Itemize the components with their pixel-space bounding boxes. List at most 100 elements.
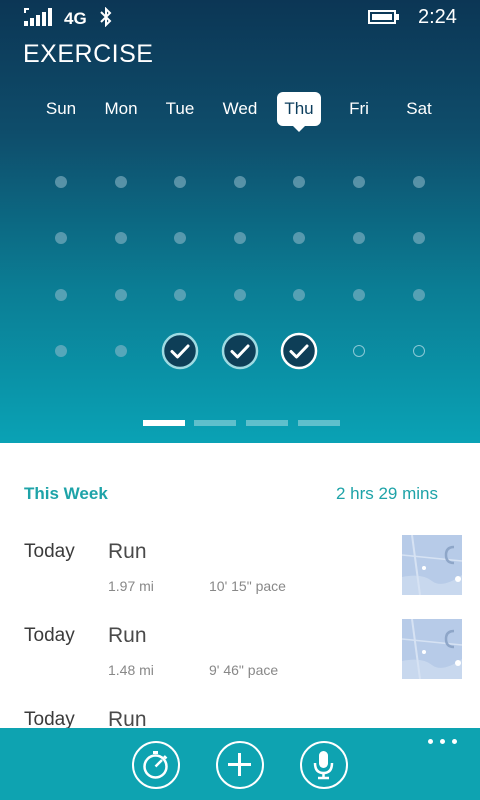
dot-icon bbox=[115, 289, 127, 301]
plus-icon bbox=[228, 753, 251, 776]
activity-distance: 1.48 mi bbox=[108, 662, 154, 678]
network-type: 4G bbox=[64, 9, 87, 28]
dot-icon bbox=[293, 289, 305, 301]
completed-day-wed[interactable] bbox=[220, 331, 260, 371]
exercise-goal-grid bbox=[0, 150, 480, 380]
map-icon bbox=[402, 619, 462, 679]
app-bar bbox=[0, 728, 480, 800]
day-dot bbox=[101, 275, 141, 315]
day-dot bbox=[279, 162, 319, 202]
day-tab-tue[interactable]: Tue bbox=[155, 92, 205, 126]
page-indicator-segment bbox=[246, 420, 288, 426]
dot-icon bbox=[55, 345, 67, 357]
dot-icon bbox=[353, 176, 365, 188]
activity-pace: 10' 15" pace bbox=[209, 578, 286, 594]
dot-icon bbox=[55, 176, 67, 188]
bluetooth-icon bbox=[100, 7, 112, 27]
day-dot bbox=[101, 162, 141, 202]
stopwatch-icon bbox=[143, 751, 168, 779]
day-tab-wed[interactable]: Wed bbox=[215, 92, 265, 126]
day-dot bbox=[339, 218, 379, 258]
dot-icon bbox=[353, 232, 365, 244]
activity-day: Today bbox=[24, 625, 75, 646]
activity-name: Run bbox=[108, 624, 147, 647]
day-dot bbox=[41, 162, 81, 202]
day-dot bbox=[160, 275, 200, 315]
day-dot bbox=[399, 162, 439, 202]
day-dot bbox=[41, 275, 81, 315]
dot-icon bbox=[174, 232, 186, 244]
checkmark-icon bbox=[280, 332, 318, 370]
dot-icon bbox=[55, 232, 67, 244]
day-tab-sat[interactable]: Sat bbox=[394, 92, 444, 126]
dot-icon bbox=[293, 176, 305, 188]
dot-icon bbox=[293, 232, 305, 244]
day-dot bbox=[339, 275, 379, 315]
day-dot bbox=[399, 275, 439, 315]
week-total-duration: 2 hrs 29 mins bbox=[335, 484, 438, 503]
dot-icon bbox=[413, 176, 425, 188]
clock: 2:24 bbox=[418, 6, 457, 28]
microphone-icon bbox=[313, 751, 334, 780]
dot-icon bbox=[413, 232, 425, 244]
day-dot bbox=[339, 162, 379, 202]
day-dot bbox=[220, 162, 260, 202]
add-button[interactable] bbox=[216, 741, 264, 789]
completed-day-tue[interactable] bbox=[160, 331, 200, 371]
day-dot bbox=[41, 331, 81, 371]
page-title: EXERCISE bbox=[23, 40, 154, 68]
week-day-selector: Sun Mon Tue Wed Thu Fri Sat bbox=[0, 92, 480, 132]
dot-icon bbox=[413, 345, 425, 357]
battery-icon bbox=[368, 10, 399, 24]
map-icon bbox=[402, 535, 462, 595]
exercise-header: 4G 2:24 EXERCISE Sun Mon Tue Wed Thu Fri Sat bbox=[0, 0, 480, 443]
day-tab-sun[interactable]: Sun bbox=[36, 92, 86, 126]
dot-icon bbox=[115, 345, 127, 357]
day-dot bbox=[101, 218, 141, 258]
dot-icon bbox=[353, 289, 365, 301]
dot-icon bbox=[234, 232, 246, 244]
dot-icon bbox=[413, 289, 425, 301]
dot-icon bbox=[115, 232, 127, 244]
day-dot bbox=[279, 275, 319, 315]
day-dot bbox=[160, 162, 200, 202]
route-map-thumbnail bbox=[402, 619, 462, 679]
activity-item[interactable]: Today Run 1.48 mi 9' 46" pace bbox=[0, 619, 480, 703]
stopwatch-button[interactable] bbox=[132, 741, 180, 789]
day-tab-fri[interactable]: Fri bbox=[334, 92, 384, 126]
dot-icon bbox=[234, 289, 246, 301]
week-summary: This Week 2 hrs 29 mins bbox=[0, 484, 480, 506]
status-bar: 4G 2:24 bbox=[0, 0, 480, 36]
dot-icon bbox=[234, 176, 246, 188]
dot-icon bbox=[174, 289, 186, 301]
route-map-thumbnail bbox=[402, 535, 462, 595]
activity-item[interactable]: Today Run 1.97 mi 10' 15" pace bbox=[0, 535, 480, 619]
completed-day-thu[interactable] bbox=[279, 331, 319, 371]
more-options-button[interactable] bbox=[428, 739, 458, 747]
day-dot bbox=[220, 218, 260, 258]
dot-icon bbox=[353, 345, 365, 357]
page-indicator bbox=[0, 420, 480, 426]
activity-pace: 9' 46" pace bbox=[209, 662, 279, 678]
day-dot bbox=[339, 331, 379, 371]
day-dot bbox=[41, 218, 81, 258]
day-dot bbox=[160, 218, 200, 258]
dot-icon bbox=[55, 289, 67, 301]
checkmark-icon bbox=[161, 332, 199, 370]
week-label: This Week bbox=[24, 484, 108, 503]
page-indicator-segment bbox=[194, 420, 236, 426]
day-tab-mon[interactable]: Mon bbox=[96, 92, 146, 126]
activity-name: Run bbox=[108, 540, 147, 563]
checkmark-icon bbox=[221, 332, 259, 370]
day-tab-thu[interactable]: Thu bbox=[277, 92, 321, 132]
day-dot bbox=[399, 331, 439, 371]
activity-distance: 1.97 mi bbox=[108, 578, 154, 594]
day-dot bbox=[220, 275, 260, 315]
day-dot bbox=[399, 218, 439, 258]
dot-icon bbox=[174, 176, 186, 188]
signal-strength-icon bbox=[24, 8, 52, 26]
day-dot bbox=[101, 331, 141, 371]
day-dot bbox=[279, 218, 319, 258]
voice-button[interactable] bbox=[300, 741, 348, 789]
dot-icon bbox=[115, 176, 127, 188]
